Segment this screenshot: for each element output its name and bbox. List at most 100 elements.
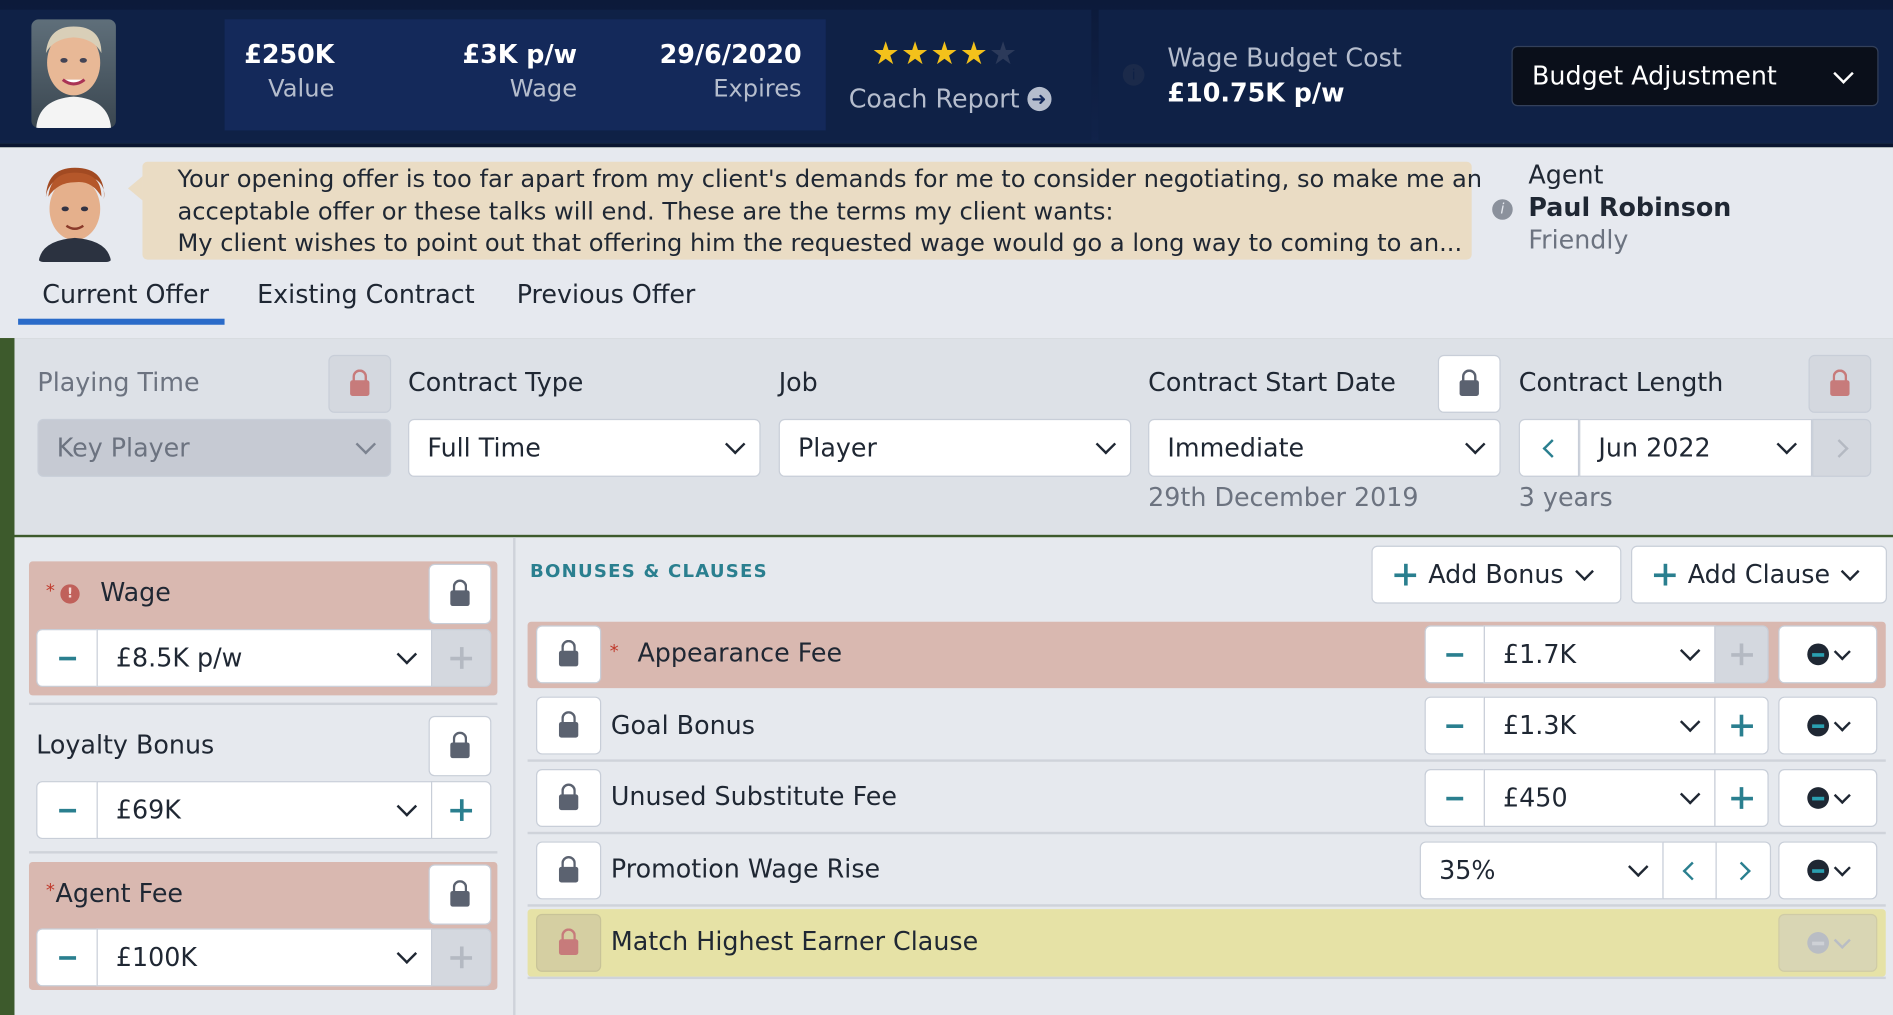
goal-bonus-lock-button[interactable] bbox=[536, 696, 602, 755]
warning-icon[interactable]: ! bbox=[60, 584, 80, 604]
playing-time-lock-button[interactable] bbox=[328, 354, 392, 413]
match-highest-earner-lock-button[interactable] bbox=[536, 913, 602, 972]
lock-icon bbox=[558, 782, 579, 810]
coach-report-link[interactable]: Coach Report ➜ bbox=[848, 84, 1051, 114]
agent-name[interactable]: Paul Robinson bbox=[1528, 193, 1731, 222]
agent-speech-bubble: Your opening offer is too far apart from… bbox=[127, 161, 1482, 260]
agent-fee-increase-button[interactable] bbox=[430, 928, 492, 987]
minus-icon bbox=[1446, 723, 1464, 728]
unused-sub-fee-remove-button[interactable] bbox=[1778, 769, 1878, 827]
appearance-fee-dropdown[interactable]: £1.7K bbox=[1483, 625, 1716, 684]
contract-type-label: Contract Type bbox=[408, 368, 584, 398]
contract-negotiation-screen: £250K Value £3K p/w Wage 29/6/2020 Expir… bbox=[0, 0, 1893, 1015]
contract-type-value: Full Time bbox=[427, 433, 541, 463]
agent-fee-dropdown[interactable]: £100K bbox=[96, 928, 433, 987]
lock-icon bbox=[450, 879, 470, 907]
promotion-wage-rise-next-button[interactable] bbox=[1715, 841, 1772, 900]
section-divider bbox=[28, 702, 498, 706]
unused-sub-fee-dropdown[interactable]: £450 bbox=[1483, 769, 1716, 827]
agent-fee-lock-button[interactable] bbox=[428, 864, 492, 925]
agent-fee-label: Agent Fee bbox=[55, 878, 184, 908]
wage-dropdown[interactable]: £8.5K p/w bbox=[96, 628, 433, 687]
chevron-down-icon bbox=[1628, 856, 1649, 878]
agent-message-line: acceptable offer or these talks will end… bbox=[177, 196, 1114, 226]
match-highest-earner-label: Match Highest Earner Clause bbox=[610, 927, 979, 957]
appearance-fee-value: £1.7K bbox=[1503, 639, 1577, 669]
job-dropdown[interactable]: Player bbox=[778, 418, 1132, 477]
chevron-down-icon bbox=[1833, 63, 1854, 84]
contract-length-next-button[interactable] bbox=[1812, 418, 1872, 477]
chevron-down-icon bbox=[396, 644, 418, 665]
start-date-detail: 29th December 2019 bbox=[1148, 482, 1419, 512]
arrow-right-circle-icon: ➜ bbox=[1026, 86, 1051, 112]
promotion-wage-rise-lock-button[interactable] bbox=[536, 841, 602, 900]
appearance-fee-decrease-button[interactable] bbox=[1424, 625, 1485, 684]
match-highest-earner-remove-button[interactable] bbox=[1778, 913, 1878, 972]
promotion-wage-rise-prev-button[interactable] bbox=[1662, 841, 1717, 900]
wage-increase-button[interactable] bbox=[430, 628, 492, 687]
playing-time-value: Key Player bbox=[56, 433, 190, 463]
loyalty-lock-button[interactable] bbox=[428, 715, 492, 777]
chevron-down-icon bbox=[396, 943, 418, 964]
budget-adjustment-dropdown[interactable]: Budget Adjustment bbox=[1511, 45, 1879, 107]
add-clause-button[interactable]: Add Clause bbox=[1631, 545, 1887, 604]
agent-message-text: Your opening offer is too far apart from… bbox=[177, 163, 1482, 259]
add-bonus-button[interactable]: Add Bonus bbox=[1371, 545, 1622, 604]
unused-sub-fee-label: Unused Substitute Fee bbox=[610, 782, 897, 812]
lock-icon bbox=[350, 368, 370, 396]
wage-amount: £3K p/w bbox=[462, 39, 578, 69]
coach-report-label: Coach Report bbox=[848, 84, 1020, 114]
expires-stat: 29/6/2020 Expires bbox=[660, 40, 802, 103]
contract-length-label: Contract Length bbox=[1518, 368, 1724, 398]
wage-stat: £3K p/w Wage bbox=[462, 40, 577, 103]
promotion-wage-rise-dropdown[interactable]: 35% bbox=[1419, 841, 1664, 900]
appearance-fee-lock-button[interactable] bbox=[536, 625, 602, 684]
plus-icon bbox=[1730, 643, 1753, 666]
goal-bonus-decrease-button[interactable] bbox=[1424, 696, 1485, 755]
goal-bonus-dropdown[interactable]: £1.3K bbox=[1483, 696, 1716, 755]
lock-icon bbox=[450, 578, 470, 606]
agent-fee-decrease-button[interactable] bbox=[36, 928, 98, 987]
loyalty-bonus-dropdown[interactable]: £69K bbox=[96, 781, 433, 840]
contract-length-lock-button[interactable] bbox=[1808, 354, 1872, 413]
loyalty-increase-button[interactable] bbox=[430, 781, 492, 840]
unused-sub-fee-lock-button[interactable] bbox=[536, 769, 602, 827]
chevron-down-icon bbox=[1465, 434, 1486, 455]
contract-length-prev-button[interactable] bbox=[1518, 418, 1580, 477]
loyalty-decrease-button[interactable] bbox=[36, 781, 98, 840]
agent-info-icon[interactable]: i bbox=[1492, 199, 1513, 220]
remove-icon bbox=[1807, 714, 1830, 737]
minus-icon bbox=[1446, 796, 1464, 800]
lock-icon bbox=[558, 710, 579, 738]
goal-bonus-increase-button[interactable] bbox=[1714, 696, 1769, 755]
contract-length-dropdown[interactable]: Jun 2022 bbox=[1579, 418, 1813, 477]
active-tab-underline bbox=[18, 318, 225, 325]
loyalty-bonus-value: £69K bbox=[115, 795, 181, 825]
chevron-left-icon bbox=[1541, 438, 1561, 458]
player-face-icon bbox=[31, 19, 116, 128]
goal-bonus-label: Goal Bonus bbox=[610, 711, 755, 741]
unused-sub-fee-increase-button[interactable] bbox=[1714, 769, 1769, 827]
minus-icon bbox=[58, 656, 76, 660]
tab-existing-contract[interactable]: Existing Contract bbox=[257, 280, 475, 309]
wage-decrease-button[interactable] bbox=[36, 628, 98, 687]
speech-tail bbox=[127, 176, 143, 201]
tab-previous-offer[interactable]: Previous Offer bbox=[517, 280, 696, 309]
row-divider bbox=[527, 831, 1886, 835]
wage-label: Wage bbox=[509, 73, 578, 103]
appearance-fee-increase-button[interactable] bbox=[1714, 625, 1769, 684]
row-divider bbox=[527, 976, 1886, 980]
remove-icon bbox=[1807, 859, 1830, 882]
promotion-wage-rise-remove-button[interactable] bbox=[1778, 841, 1878, 900]
info-icon[interactable]: i bbox=[1122, 63, 1145, 86]
tab-current-offer[interactable]: Current Offer bbox=[42, 280, 209, 309]
contract-type-dropdown[interactable]: Full Time bbox=[408, 418, 761, 477]
appearance-fee-remove-button[interactable] bbox=[1778, 625, 1878, 684]
chevron-left-icon bbox=[1682, 861, 1702, 880]
plus-icon bbox=[450, 946, 473, 969]
goal-bonus-remove-button[interactable] bbox=[1778, 696, 1878, 755]
unused-sub-fee-decrease-button[interactable] bbox=[1424, 769, 1485, 827]
start-date-lock-button[interactable] bbox=[1437, 354, 1501, 413]
wage-lock-button[interactable] bbox=[428, 563, 492, 625]
contract-start-date-dropdown[interactable]: Immediate bbox=[1148, 418, 1501, 477]
